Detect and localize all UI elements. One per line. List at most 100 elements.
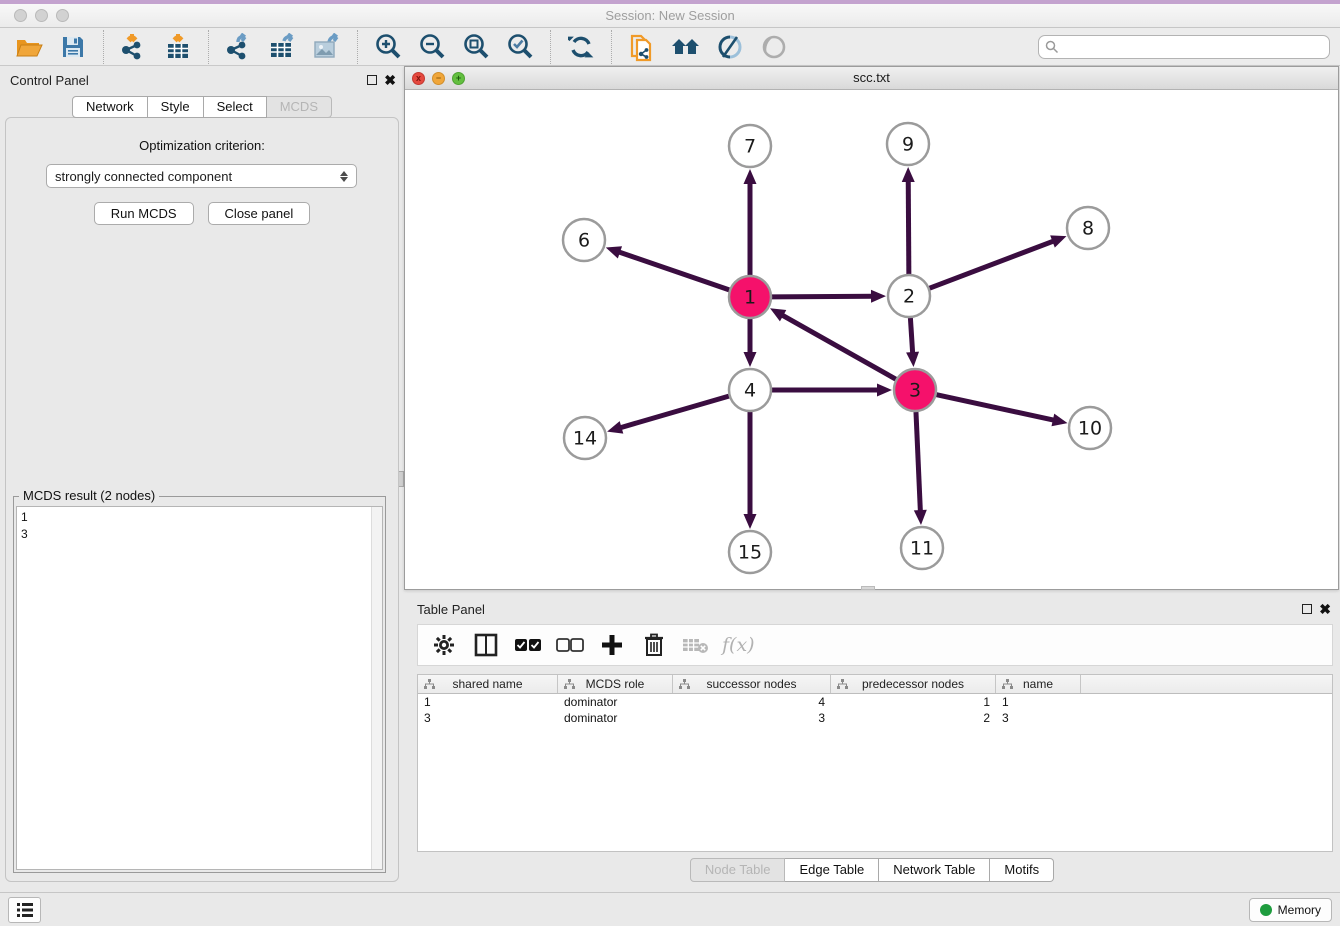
edge-3-1[interactable] <box>780 314 895 379</box>
node-label-1: 1 <box>744 287 756 309</box>
tab-node-table[interactable]: Node Table <box>690 858 786 882</box>
edge-1-6[interactable] <box>617 251 729 289</box>
node-label-11: 11 <box>910 538 934 560</box>
edge-arrowhead <box>906 352 919 367</box>
zoom-selected-button[interactable] <box>501 31 539 63</box>
export-image-button[interactable] <box>308 31 346 63</box>
cell-name[interactable]: 1 <box>996 694 1081 710</box>
delete-columns-button[interactable] <box>638 629 670 661</box>
column-header-predecessor-nodes[interactable]: predecessor nodes <box>831 675 996 693</box>
column-header-successor-nodes[interactable]: successor nodes <box>673 675 831 693</box>
zoom-in-icon <box>374 33 402 61</box>
close-panel-icon[interactable]: ✖ <box>384 75 396 85</box>
optimization-criterion-label: Optimization criterion: <box>6 138 398 153</box>
plus-icon <box>601 634 623 656</box>
zoom-fit-button[interactable] <box>457 31 495 63</box>
create-column-button[interactable] <box>596 629 628 661</box>
import-network-button[interactable] <box>115 31 153 63</box>
cell-MCDS-role[interactable]: dominator <box>558 694 673 710</box>
deselect-all-icon <box>556 638 584 652</box>
table-row[interactable]: 3dominator323 <box>418 710 1332 726</box>
mcds-result-text[interactable]: 1 3 <box>16 506 383 870</box>
edge-arrowhead <box>744 352 757 367</box>
tab-edge-table[interactable]: Edge Table <box>785 858 879 882</box>
control-panel: Control Panel ✖ NetworkStyleSelectMCDS O… <box>0 66 404 888</box>
table-settings-button[interactable] <box>428 629 460 661</box>
save-session-button[interactable] <box>54 31 92 63</box>
refresh-network-button[interactable] <box>562 31 600 63</box>
zoom-out-button[interactable] <box>413 31 451 63</box>
cell-MCDS-role[interactable]: dominator <box>558 710 673 726</box>
node-table[interactable]: shared nameMCDS rolesuccessor nodesprede… <box>417 674 1333 852</box>
hide-selected-button[interactable] <box>711 31 749 63</box>
float-panel-icon[interactable] <box>367 75 377 85</box>
tab-network-table[interactable]: Network Table <box>879 858 990 882</box>
tab-style[interactable]: Style <box>148 96 204 118</box>
edge-arrowhead <box>871 290 886 303</box>
open-session-button[interactable] <box>10 31 48 63</box>
edge-3-11[interactable] <box>916 412 920 513</box>
cell-shared-name[interactable]: 1 <box>418 694 558 710</box>
edge-arrowhead <box>1051 414 1067 427</box>
view-resize-handle[interactable] <box>861 586 875 590</box>
cell-successor-nodes[interactable]: 4 <box>673 694 831 710</box>
edge-arrowhead <box>877 384 892 397</box>
edge-3-10[interactable] <box>936 395 1055 421</box>
cell-shared-name[interactable]: 3 <box>418 710 558 726</box>
memory-button[interactable]: Memory <box>1249 898 1332 922</box>
network-canvas[interactable]: 7968124314101511 <box>405 90 1338 589</box>
export-table-button[interactable] <box>264 31 302 63</box>
cell-predecessor-nodes[interactable]: 2 <box>831 710 996 726</box>
close-table-panel-icon[interactable]: ✖ <box>1319 604 1331 614</box>
unselect-all-columns-button[interactable] <box>554 629 586 661</box>
tab-network[interactable]: Network <box>72 96 148 118</box>
memory-status-icon <box>1260 904 1272 916</box>
edge-arrowhead <box>902 167 915 182</box>
gear-icon <box>433 634 455 656</box>
zoom-in-button[interactable] <box>369 31 407 63</box>
task-history-button[interactable] <box>8 897 41 923</box>
control-panel-header: Control Panel ✖ <box>10 70 396 90</box>
control-panel-tabs: NetworkStyleSelectMCDS <box>0 96 404 118</box>
network-window-titlebar[interactable]: x − + scc.txt <box>405 67 1338 90</box>
cell-successor-nodes[interactable]: 3 <box>673 710 831 726</box>
tab-select[interactable]: Select <box>204 96 267 118</box>
close-panel-button[interactable]: Close panel <box>208 202 311 225</box>
edge-2-3[interactable] <box>910 318 912 355</box>
show-all-button[interactable] <box>755 31 793 63</box>
function-builder-icon[interactable]: f(x) <box>722 634 755 656</box>
show-columns-button[interactable] <box>470 629 502 661</box>
float-table-panel-icon[interactable] <box>1302 604 1312 614</box>
tab-mcds[interactable]: MCDS <box>267 96 332 118</box>
network-graph[interactable]: 7968124314101511 <box>405 90 1338 589</box>
delete-table-icon <box>682 636 710 654</box>
search-input[interactable] <box>1038 35 1330 59</box>
edge-2-8[interactable] <box>930 240 1056 288</box>
tab-motifs[interactable]: Motifs <box>990 858 1054 882</box>
import-table-button[interactable] <box>159 31 197 63</box>
app-title: Session: New Session <box>0 8 1340 23</box>
node-label-9: 9 <box>902 134 914 156</box>
run-mcds-button[interactable]: Run MCDS <box>94 202 194 225</box>
first-neighbors-button[interactable] <box>667 31 705 63</box>
edge-2-9[interactable] <box>908 179 909 274</box>
delete-table-button[interactable] <box>680 629 712 661</box>
table-row[interactable]: 1dominator411 <box>418 694 1332 710</box>
column-header-name[interactable]: name <box>996 675 1081 693</box>
sort-tree-icon <box>564 679 575 690</box>
criterion-dropdown[interactable]: strongly connected component <box>46 164 357 188</box>
select-all-columns-button[interactable] <box>512 629 544 661</box>
toolbar-separator <box>550 30 551 64</box>
cell-name[interactable]: 3 <box>996 710 1081 726</box>
edge-1-2[interactable] <box>772 296 874 297</box>
clone-network-button[interactable] <box>623 31 661 63</box>
zoom-fit-icon <box>462 33 490 61</box>
edge-4-14[interactable] <box>619 396 729 428</box>
result-scrollbar[interactable] <box>371 507 382 869</box>
trash-icon <box>644 633 664 657</box>
column-header-MCDS-role[interactable]: MCDS role <box>558 675 673 693</box>
cell-predecessor-nodes[interactable]: 1 <box>831 694 996 710</box>
export-network-button[interactable] <box>220 31 258 63</box>
edge-arrowhead <box>607 421 623 433</box>
column-header-shared-name[interactable]: shared name <box>418 675 558 693</box>
